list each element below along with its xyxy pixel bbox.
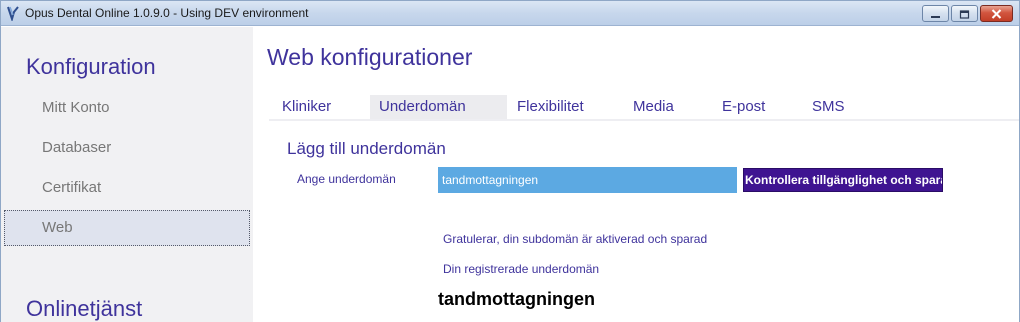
sidebar-item-mitt-konto[interactable]: Mitt Konto — [4, 90, 250, 126]
registered-subdomain-label: Din registrerade underdomän — [443, 262, 600, 276]
tab-e-post[interactable]: E-post — [722, 95, 765, 119]
registered-subdomain-value: tandmottagningen — [438, 289, 595, 309]
sidebar-item-certifikat[interactable]: Certifikat — [4, 170, 250, 206]
window-title: Opus Dental Online 1.0.9.0 - Using DEV e… — [25, 6, 309, 20]
app-window: Opus Dental Online 1.0.9.0 - Using DEV e… — [0, 0, 1020, 322]
tab-sms[interactable]: SMS — [812, 95, 845, 119]
sidebar-item-databaser[interactable]: Databaser — [4, 130, 250, 166]
subdomain-input[interactable] — [438, 167, 737, 193]
window-controls — [922, 5, 1013, 22]
sidebar-item-web[interactable]: Web — [4, 210, 250, 246]
minimize-icon — [930, 4, 941, 23]
minimize-button[interactable] — [922, 5, 949, 22]
tab-media[interactable]: Media — [633, 95, 674, 119]
title-bar[interactable]: Opus Dental Online 1.0.9.0 - Using DEV e… — [1, 1, 1019, 26]
main-content: Web konfigurationer Kliniker Underdomän … — [253, 27, 1019, 322]
close-icon — [991, 4, 1002, 23]
maximize-button[interactable] — [951, 5, 978, 22]
section-title: Lägg till underdomän — [287, 139, 446, 158]
tab-flexibilitet[interactable]: Flexibilitet — [517, 95, 584, 119]
check-availability-button[interactable]: Kontrollera tillgänglighet och spara — [743, 168, 943, 192]
tab-underdoman[interactable]: Underdomän — [370, 95, 507, 119]
success-message: Gratulerar, din subdomän är aktiverad oc… — [443, 232, 708, 246]
close-button[interactable] — [980, 5, 1013, 22]
tab-kliniker[interactable]: Kliniker — [282, 95, 331, 119]
sidebar-heading-onlinetjanst[interactable]: Onlinetjänst — [26, 296, 142, 322]
maximize-icon — [959, 4, 970, 23]
sidebar: Konfiguration Mitt Konto Databaser Certi… — [1, 27, 253, 322]
page-title: Web konfigurationer — [267, 44, 473, 70]
tab-bar: Kliniker Underdomän Flexibilitet Media E… — [269, 95, 1019, 121]
opus-app-icon — [6, 5, 20, 23]
sidebar-heading-konfiguration: Konfiguration — [26, 54, 156, 79]
subdomain-label: Ange underdomän — [297, 172, 396, 186]
